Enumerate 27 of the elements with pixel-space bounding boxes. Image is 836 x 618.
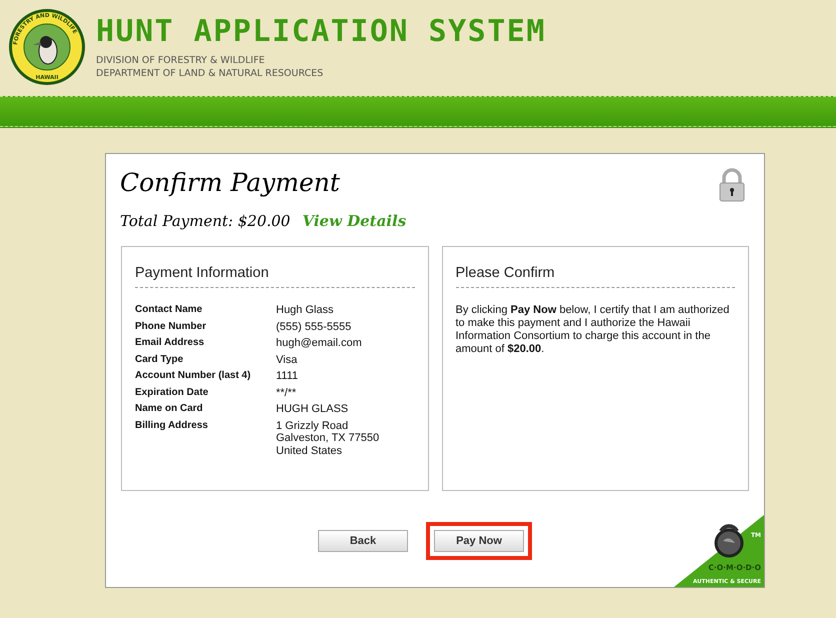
field-value: **/** [276,386,298,399]
total-payment: Total Payment: $20.00 [120,212,290,230]
field-value: Visa [276,354,298,366]
field-label: Contact Name [135,304,204,316]
field-label: Name on Card [135,403,204,416]
confirm-text: By clicking Pay Now below, I certify that I am authorized to make this payment and I authorize the Hawaii Information Consortium to charge this account in the amount of $20.00. [456,304,730,356]
field-value: Hugh Glass [276,304,334,316]
field-label: Card Type [135,354,184,366]
field-label: Email Address [135,337,206,350]
panel-heading: Payment Information [135,265,414,288]
site-subtitle: DIVISION OF FORESTRY & WILDLIFE DEPARTMENT OF LAND & NATURAL RESOURCES [96,54,324,80]
field-value: hugh@email.com [276,337,363,350]
field-label: Expiration Date [135,386,210,399]
nav-button[interactable]: Back [318,530,408,552]
page-title: Confirm Payment [120,168,340,199]
nav-button[interactable]: Pay Now [434,530,524,552]
field-value: HUGH GLASS [276,403,350,416]
field-value: 1111 [276,370,300,382]
field-value: (555) 555-5555 [276,320,352,333]
padlock-icon [718,168,746,202]
field-label: Billing Address [135,420,209,432]
site-title: HUNT APPLICATION SYSTEM [96,14,546,50]
view-details-link[interactable]: View Details [302,212,406,230]
field-label: Phone Number [135,320,208,333]
panel-heading: Please Confirm [456,265,735,288]
field-label: Account Number (last 4) [135,370,252,382]
field-value: 1 Grizzly Road Galveston, TX 77550 United States [276,420,380,457]
